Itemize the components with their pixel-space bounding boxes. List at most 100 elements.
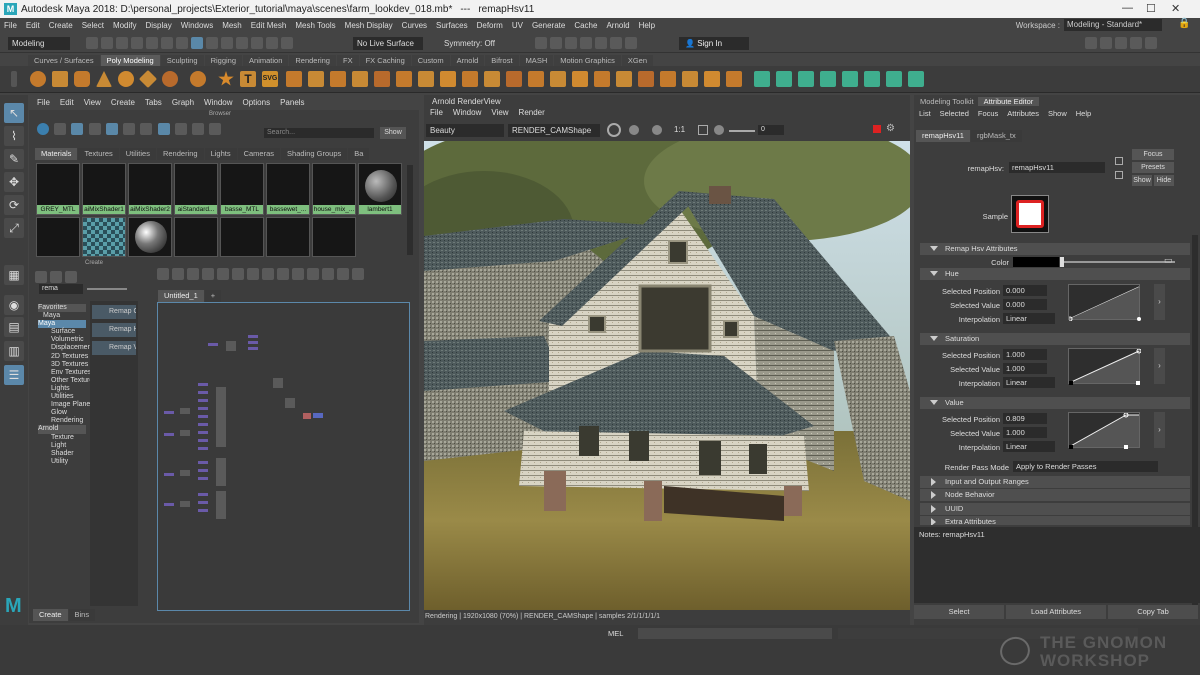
poly-cone-icon[interactable] (96, 71, 112, 87)
graph-node[interactable] (198, 477, 208, 480)
browser-search-input[interactable]: Search... (264, 128, 374, 138)
output-connection-icon[interactable] (1115, 171, 1123, 179)
attribute-editor-tab[interactable]: Attribute Editor (977, 97, 1040, 106)
sort-icon[interactable] (157, 123, 170, 135)
hs-menu-item[interactable]: Window (204, 98, 232, 107)
tree-item[interactable]: Texture (38, 434, 86, 442)
saturation-section[interactable]: Saturation (920, 333, 1190, 345)
slide-edge-icon[interactable] (682, 71, 698, 87)
graph-both-icon[interactable] (277, 268, 289, 280)
val-value-field[interactable]: 1.000 (1003, 427, 1047, 438)
exposure-slider[interactable] (729, 130, 755, 132)
lock-icon[interactable]: 🔒 (1178, 18, 1190, 29)
shelf-tab[interactable]: Sculpting (160, 55, 204, 66)
menu-item[interactable]: Edit (26, 21, 40, 30)
bevel-icon[interactable] (462, 71, 478, 87)
select-object-icon[interactable] (176, 37, 188, 49)
hypershade-icon[interactable] (595, 37, 607, 49)
menu-item[interactable]: Create (49, 21, 73, 30)
menu-item[interactable]: Windows (181, 21, 213, 30)
merge-icon[interactable] (528, 71, 544, 87)
graph-node[interactable] (198, 469, 208, 472)
saturation-ramp[interactable] (1068, 348, 1142, 385)
graph-node[interactable] (198, 383, 208, 386)
result-item[interactable]: Remap Value (92, 341, 136, 355)
node-name-field[interactable]: remapHsv11 (1009, 162, 1105, 173)
material-tile[interactable] (82, 217, 126, 257)
saturation-expand-button[interactable]: › (1154, 348, 1165, 384)
menu-item[interactable]: Help (639, 21, 655, 30)
svg-icon[interactable]: SVG (262, 71, 278, 87)
poly-disc-icon[interactable] (162, 71, 178, 87)
graph-node[interactable] (198, 501, 208, 504)
minimize-icon[interactable]: — (1122, 2, 1133, 14)
value-section[interactable]: Value (920, 397, 1190, 409)
hs-menu-item[interactable]: Create (111, 98, 135, 107)
sign-in-button[interactable]: 👤 Sign In (679, 37, 749, 50)
menu-item[interactable]: Surfaces (436, 21, 468, 30)
sat-interp-dropdown[interactable]: Linear (1003, 377, 1055, 388)
extrude-icon[interactable] (418, 71, 434, 87)
poke-icon[interactable] (704, 71, 720, 87)
hue-position-field[interactable]: 0.000 (1003, 285, 1047, 296)
remap-hsv-section[interactable]: Remap Hsv Attributes (920, 243, 1190, 255)
large-icons-icon[interactable] (140, 123, 153, 135)
bridge-icon[interactable] (440, 71, 456, 87)
mirror-icon[interactable] (374, 71, 390, 87)
create-large-icon[interactable] (65, 271, 77, 283)
shelf-tab[interactable]: FX Caching (359, 55, 411, 66)
layout-1-icon[interactable]: ▤ (4, 317, 24, 337)
graph-node[interactable] (180, 501, 190, 507)
ae-menu-item[interactable]: Help (1076, 109, 1091, 118)
graph-node[interactable] (198, 423, 208, 426)
list-icon[interactable] (71, 123, 84, 135)
undo-icon[interactable] (131, 37, 143, 49)
shelf-tab[interactable]: Animation (243, 55, 289, 66)
graph-node[interactable] (303, 413, 311, 419)
ae-menu-item[interactable]: Focus (978, 109, 998, 118)
unfold-uv-icon[interactable] (908, 71, 924, 87)
render-view-icon[interactable] (610, 37, 622, 49)
shelf-tab[interactable]: Rigging (204, 55, 243, 66)
save-scene-icon[interactable] (116, 37, 128, 49)
color-slider-handle[interactable] (1060, 257, 1064, 267)
fill-hole-icon[interactable] (484, 71, 500, 87)
ae-menu-item[interactable]: Selected (940, 109, 969, 118)
layout-2-icon[interactable]: ▥ (4, 341, 24, 361)
render-settings-icon[interactable] (535, 37, 547, 49)
sort-time-icon[interactable] (192, 123, 205, 135)
tree-item-selected[interactable]: Maya (38, 320, 86, 329)
tree-item[interactable]: Image Planes (38, 401, 94, 409)
channel-box-icon[interactable] (1130, 37, 1142, 49)
input-output-ranges-section[interactable]: Input and Output Ranges (920, 476, 1190, 488)
show-button[interactable]: Show (380, 127, 406, 139)
browser-scrollbar[interactable] (407, 165, 413, 255)
hue-section[interactable]: Hue (920, 268, 1190, 280)
material-tile[interactable]: aiStandard... (174, 163, 218, 215)
node-behavior-section[interactable]: Node Behavior (920, 489, 1190, 501)
tree-item[interactable]: Env Textures (38, 369, 91, 377)
lasso-tool-icon[interactable]: ⌇ (4, 126, 24, 146)
val-interp-dropdown[interactable]: Linear (1003, 441, 1055, 452)
workspace-dropdown[interactable]: Modeling - Standard* (1064, 19, 1162, 31)
create-search-input[interactable]: rema (39, 284, 83, 294)
tree-item[interactable]: Displacement (38, 344, 93, 352)
medium-icons-icon[interactable] (123, 123, 136, 135)
shelf-tab[interactable]: MASH (519, 55, 554, 66)
graph-output-icon[interactable] (262, 268, 274, 280)
fit-frame-icon[interactable] (698, 125, 708, 135)
graph-frame-sel-icon[interactable] (172, 268, 184, 280)
graph-node[interactable] (216, 387, 226, 447)
tree-item[interactable]: Lights (38, 385, 86, 393)
poly-plane-icon[interactable] (138, 69, 158, 89)
snap-point-icon[interactable] (251, 37, 263, 49)
graph-icon[interactable] (54, 123, 67, 135)
graph-node[interactable] (216, 491, 226, 519)
browser-tab[interactable]: Utilities (119, 148, 156, 160)
maximize-icon[interactable]: ☐ (1146, 2, 1156, 15)
graph-tab[interactable]: Untitled_1 (158, 290, 204, 302)
graph-node[interactable] (180, 470, 190, 476)
node-tab[interactable]: rgbMask_tx (970, 130, 1022, 142)
tree-item[interactable]: Glow (38, 409, 86, 417)
poly-sphere-icon[interactable] (30, 71, 46, 87)
